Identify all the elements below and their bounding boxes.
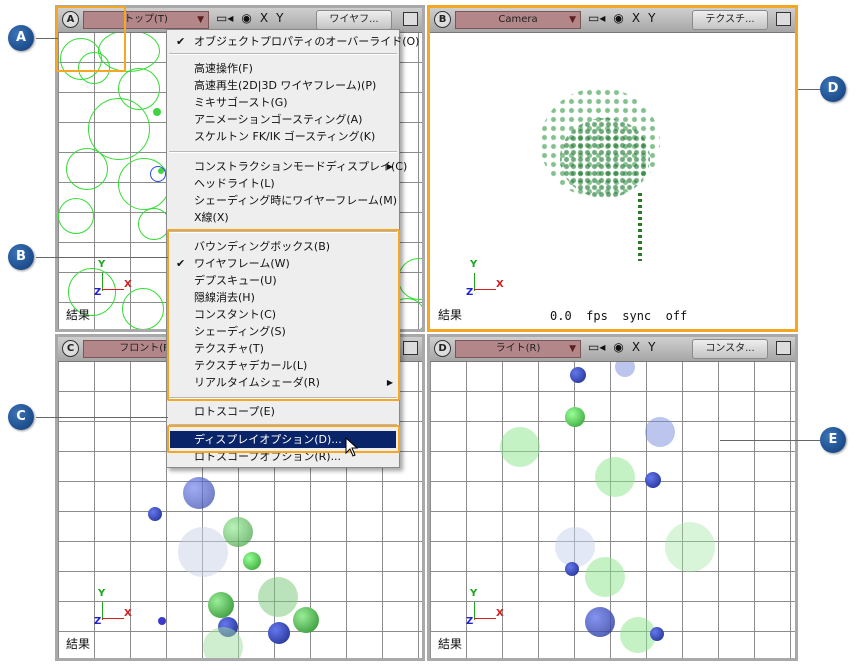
x-toggle[interactable]: X [260, 11, 268, 25]
axis-indicator: YXZ [466, 588, 504, 627]
result-label: 結果 [66, 308, 91, 322]
viewport-icons: ▭◂ ◉ X Y [588, 340, 663, 354]
menu-item[interactable]: X線(X) [167, 209, 399, 226]
menu-item[interactable]: アニメーションゴースティング(A) [167, 111, 399, 128]
camera-icon[interactable]: ▭◂ [588, 340, 605, 354]
display-mode-button[interactable]: ワイヤフ... [316, 10, 392, 30]
menu-separator [169, 53, 397, 55]
viewport-icons: ▭◂ ◉ X Y [588, 11, 663, 25]
menu-item-construction[interactable]: コンストラクションモードディスプレイ(C) ▶ [167, 158, 407, 175]
callout-e-badge: E [820, 427, 846, 453]
chevron-down-icon: ▼ [569, 15, 576, 25]
viewport-right[interactable]: D ライト(R) ▼ ▭◂ ◉ X Y コンスタ... YXZ 結果 [427, 334, 798, 661]
chevron-down-icon: ▼ [197, 15, 204, 25]
callout-line-a [36, 38, 58, 39]
viewport-letter-badge: C [62, 340, 79, 357]
check-icon: ✔ [176, 35, 186, 48]
y-toggle[interactable]: Y [648, 11, 655, 25]
camera-dropdown[interactable]: Camera ▼ [455, 11, 581, 29]
camera-label: Camera [498, 14, 538, 25]
viewport-toolbar: D ライト(R) ▼ ▭◂ ◉ X Y コンスタ... [430, 337, 795, 362]
callout-d-badge: D [820, 76, 846, 102]
callout-b-badge: B [8, 244, 34, 270]
result-label: 結果 [438, 637, 463, 651]
submenu-arrow-icon: ▶ [386, 162, 393, 171]
fps-readout: 0.0 fps sync off [550, 309, 688, 323]
eye-icon[interactable]: ◉ [613, 11, 623, 25]
callout-line-d [798, 89, 820, 90]
maximize-icon[interactable] [403, 12, 418, 26]
chevron-down-icon: ▼ [569, 344, 576, 354]
display-mode-button[interactable]: コンスタ... [692, 339, 768, 359]
menu-item[interactable]: シェーディング時にワイヤーフレーム(M) [167, 192, 399, 209]
menu-item[interactable]: ヘッドライト(L) [167, 175, 399, 192]
y-toggle[interactable]: Y [648, 340, 655, 354]
menu-item-rotoscope[interactable]: ロトスコープ(E) [167, 403, 399, 420]
camera-label: トップ(T) [124, 14, 168, 25]
display-mode-button[interactable]: テクスチ... [692, 10, 768, 30]
maximize-icon[interactable] [776, 341, 791, 355]
maximize-icon[interactable] [776, 12, 791, 26]
callout-line-e [720, 440, 820, 441]
axis-indicator: YXZ [466, 259, 504, 298]
eye-icon[interactable]: ◉ [613, 340, 623, 354]
camera-label: フロント(F) [119, 343, 173, 354]
menu-item-override[interactable]: ✔ オブジェクトプロパティのオーバーライド(O) [167, 33, 419, 50]
eye-icon[interactable]: ◉ [241, 11, 251, 25]
maximize-icon[interactable] [403, 341, 418, 355]
menu-separator [169, 151, 397, 153]
result-label: 結果 [66, 637, 91, 651]
callout-line-b [36, 257, 168, 258]
result-label: 結果 [438, 308, 463, 322]
highlight-box-b [167, 229, 400, 401]
axis-indicator: YXZ [94, 588, 132, 627]
x-toggle[interactable]: X [632, 340, 640, 354]
menu-item[interactable]: 高速操作(F) [167, 60, 399, 77]
menu-item[interactable]: 高速再生(2D|3D ワイヤフレーム)(P) [167, 77, 399, 94]
axis-indicator: YXZ [94, 259, 132, 298]
callout-a-badge: A [8, 25, 34, 51]
camera-label: ライト(R) [495, 343, 541, 354]
viewport-camera[interactable]: B Camera ▼ ▭◂ ◉ X Y テクスチ... YXZ 結果 0.0 fps s… [427, 5, 798, 332]
x-toggle[interactable]: X [632, 11, 640, 25]
mouse-cursor-icon [345, 437, 359, 457]
menu-item[interactable]: ミキサゴースト(G) [167, 94, 399, 111]
highlight-box-a [56, 6, 126, 72]
viewport-letter-badge: B [434, 11, 451, 28]
y-toggle[interactable]: Y [276, 11, 283, 25]
highlight-box-c [167, 425, 400, 453]
camera-dropdown[interactable]: ライト(R) ▼ [455, 340, 581, 358]
viewport-toolbar: B Camera ▼ ▭◂ ◉ X Y テクスチ... [430, 8, 795, 33]
viewport-icons: ▭◂ ◉ X Y [216, 11, 291, 25]
camera-icon[interactable]: ▭◂ [216, 11, 233, 25]
callout-c-badge: C [8, 404, 34, 430]
menu-item[interactable]: スケルトン FK/IK ゴースティング(K) [167, 128, 399, 145]
viewport-letter-badge: D [434, 340, 451, 357]
callout-line-c [36, 417, 168, 418]
camera-icon[interactable]: ▭◂ [588, 11, 605, 25]
